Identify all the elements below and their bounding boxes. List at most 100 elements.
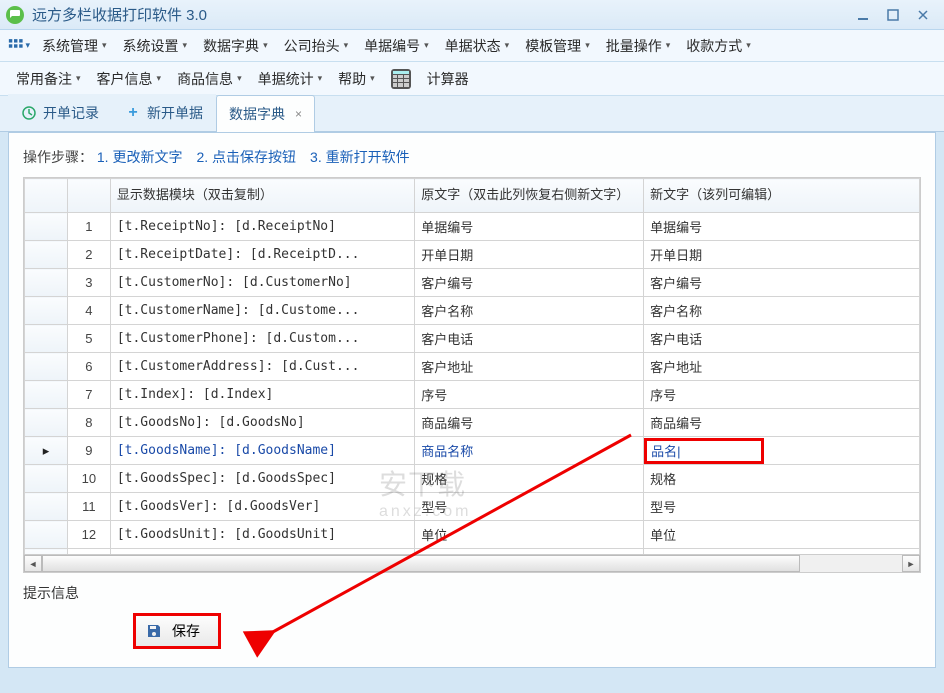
tab-0[interactable]: 开单记录 [8,94,112,131]
grid-header-original[interactable]: 原文字（双击此列恢复右侧新文字） [415,179,644,213]
scroll-thumb[interactable] [42,555,800,572]
cell-original[interactable]: 商品名称 [415,437,644,465]
cell-new[interactable]: 开单日期 [644,241,920,269]
cell-module[interactable]: [t.GoodsName]: [d.GoodsName] [110,437,414,465]
app-title: 远方多栏收据打印软件 3.0 [32,4,848,25]
cell-module[interactable]: [t.CustomerPhone]: [d.Custom... [110,325,414,353]
table-row[interactable]: 10[t.GoodsSpec]: [d.GoodsSpec]规格规格 [25,465,920,493]
grid-rownum-header [67,179,110,213]
cell-module[interactable]: [t.Index]: [d.Index] [110,381,414,409]
row-number: 11 [67,493,110,521]
cell-new[interactable]: 序号 [644,381,920,409]
minimize-button[interactable] [848,5,878,25]
cell-module[interactable]: [t.GoodsNo]: [d.GoodsNo] [110,409,414,437]
save-button[interactable]: 保存 [133,613,221,649]
menu-6[interactable]: 模板管理▾ [517,32,598,60]
tab-2[interactable]: 数据字典× [216,95,315,132]
menu-8[interactable]: 收款方式▾ [678,32,759,60]
cell-new[interactable]: 型号 [644,493,920,521]
cell-edit-input[interactable]: 品名| [644,438,764,464]
cell-new[interactable]: 规格 [644,465,920,493]
calculator-button[interactable]: 计算器 [419,65,477,93]
table-row[interactable]: 1[t.ReceiptNo]: [d.ReceiptNo]单据编号单据编号 [25,213,920,241]
table-row[interactable]: 3[t.CustomerNo]: [d.CustomerNo]客户编号客户编号 [25,269,920,297]
menu-5[interactable]: 单据状态▾ [437,32,518,60]
cell-original[interactable]: 客户电话 [415,325,644,353]
steps-label: 操作步骤： [23,149,93,165]
clock-icon [21,105,37,121]
row-number: 3 [67,269,110,297]
table-row[interactable]: ▸9[t.GoodsName]: [d.GoodsName]商品名称品名| [25,437,920,465]
cell-new[interactable]: 单据编号 [644,213,920,241]
cell-original[interactable]: 单据编号 [415,213,644,241]
menu-2[interactable]: 数据字典▾ [195,32,276,60]
cell-original[interactable]: 规格 [415,465,644,493]
cell-original[interactable]: 单位 [415,521,644,549]
row-number: 10 [67,465,110,493]
menu-7[interactable]: 批量操作▾ [598,32,679,60]
cell-new[interactable]: 商品编号 [644,409,920,437]
cell-original[interactable]: 开单日期 [415,241,644,269]
grid-header-module[interactable]: 显示数据模块（双击复制） [110,179,414,213]
tab-1[interactable]: +新开单据 [112,94,216,131]
cell-module[interactable]: [t.GoodsVer]: [d.GoodsVer] [110,493,414,521]
grid-header-new[interactable]: 新文字（该列可编辑） [644,179,920,213]
grid-corner [25,179,68,213]
cell-new[interactable]: 品名| [644,437,920,465]
data-grid[interactable]: 显示数据模块（双击复制） 原文字（双击此列恢复右侧新文字） 新文字（该列可编辑）… [23,177,921,573]
menubar: ▾ 系统管理▾系统设置▾数据字典▾公司抬头▾单据编号▾单据状态▾模板管理▾批量操… [0,30,944,62]
row-number: 1 [67,213,110,241]
cell-original[interactable]: 商品编号 [415,409,644,437]
toolbar2-2[interactable]: 商品信息▾ [169,65,250,93]
calculator-icon[interactable] [391,69,411,89]
toolbar2-4[interactable]: 帮助▾ [330,65,383,93]
cell-module[interactable]: [t.GoodsUnit]: [d.GoodsUnit] [110,521,414,549]
cell-module[interactable]: [t.ReceiptDate]: [d.ReceiptD... [110,241,414,269]
table-row[interactable]: 2[t.ReceiptDate]: [d.ReceiptD...开单日期开单日期 [25,241,920,269]
table-row[interactable]: 12[t.GoodsUnit]: [d.GoodsUnit]单位单位 [25,521,920,549]
menu-4[interactable]: 单据编号▾ [356,32,437,60]
toolbar2-0[interactable]: 常用备注▾ [8,65,89,93]
row-number: 5 [67,325,110,353]
row-number: 2 [67,241,110,269]
row-number: 7 [67,381,110,409]
menu-3[interactable]: 公司抬头▾ [276,32,357,60]
scroll-left-button[interactable]: ◄ [24,555,42,572]
tab-label: 开单记录 [43,103,99,123]
cell-module[interactable]: [t.GoodsSpec]: [d.GoodsSpec] [110,465,414,493]
menu-grid-icon[interactable]: ▾ [8,35,30,57]
cell-original[interactable]: 客户编号 [415,269,644,297]
table-row[interactable]: 7[t.Index]: [d.Index]序号序号 [25,381,920,409]
cell-original[interactable]: 客户地址 [415,353,644,381]
cell-original[interactable]: 型号 [415,493,644,521]
cell-new[interactable]: 客户地址 [644,353,920,381]
step-2[interactable]: 2. 点击保存按钮 [196,149,296,165]
cell-original[interactable]: 客户名称 [415,297,644,325]
cell-new[interactable]: 客户编号 [644,269,920,297]
save-button-label: 保存 [172,621,200,641]
step-3[interactable]: 3. 重新打开软件 [310,149,410,165]
table-row[interactable]: 6[t.CustomerAddress]: [d.Cust...客户地址客户地址 [25,353,920,381]
table-row[interactable]: 5[t.CustomerPhone]: [d.Custom...客户电话客户电话 [25,325,920,353]
table-row[interactable]: 4[t.CustomerName]: [d.Custome...客户名称客户名称 [25,297,920,325]
toolbar2-1[interactable]: 客户信息▾ [89,65,170,93]
menu-1[interactable]: 系统设置▾ [115,32,196,60]
tab-close-icon[interactable]: × [295,107,302,121]
horizontal-scrollbar[interactable]: ◄ ► [24,554,920,572]
cell-new[interactable]: 客户电话 [644,325,920,353]
cell-module[interactable]: [t.CustomerAddress]: [d.Cust... [110,353,414,381]
cell-module[interactable]: [t.ReceiptNo]: [d.ReceiptNo] [110,213,414,241]
cell-original[interactable]: 序号 [415,381,644,409]
step-1[interactable]: 1. 更改新文字 [97,149,183,165]
scroll-right-button[interactable]: ► [902,555,920,572]
toolbar2-3[interactable]: 单据统计▾ [250,65,331,93]
close-button[interactable] [908,5,938,25]
menu-0[interactable]: 系统管理▾ [34,32,115,60]
maximize-button[interactable] [878,5,908,25]
cell-new[interactable]: 单位 [644,521,920,549]
cell-module[interactable]: [t.CustomerNo]: [d.CustomerNo] [110,269,414,297]
table-row[interactable]: 11[t.GoodsVer]: [d.GoodsVer]型号型号 [25,493,920,521]
cell-module[interactable]: [t.CustomerName]: [d.Custome... [110,297,414,325]
cell-new[interactable]: 客户名称 [644,297,920,325]
table-row[interactable]: 8[t.GoodsNo]: [d.GoodsNo]商品编号商品编号 [25,409,920,437]
